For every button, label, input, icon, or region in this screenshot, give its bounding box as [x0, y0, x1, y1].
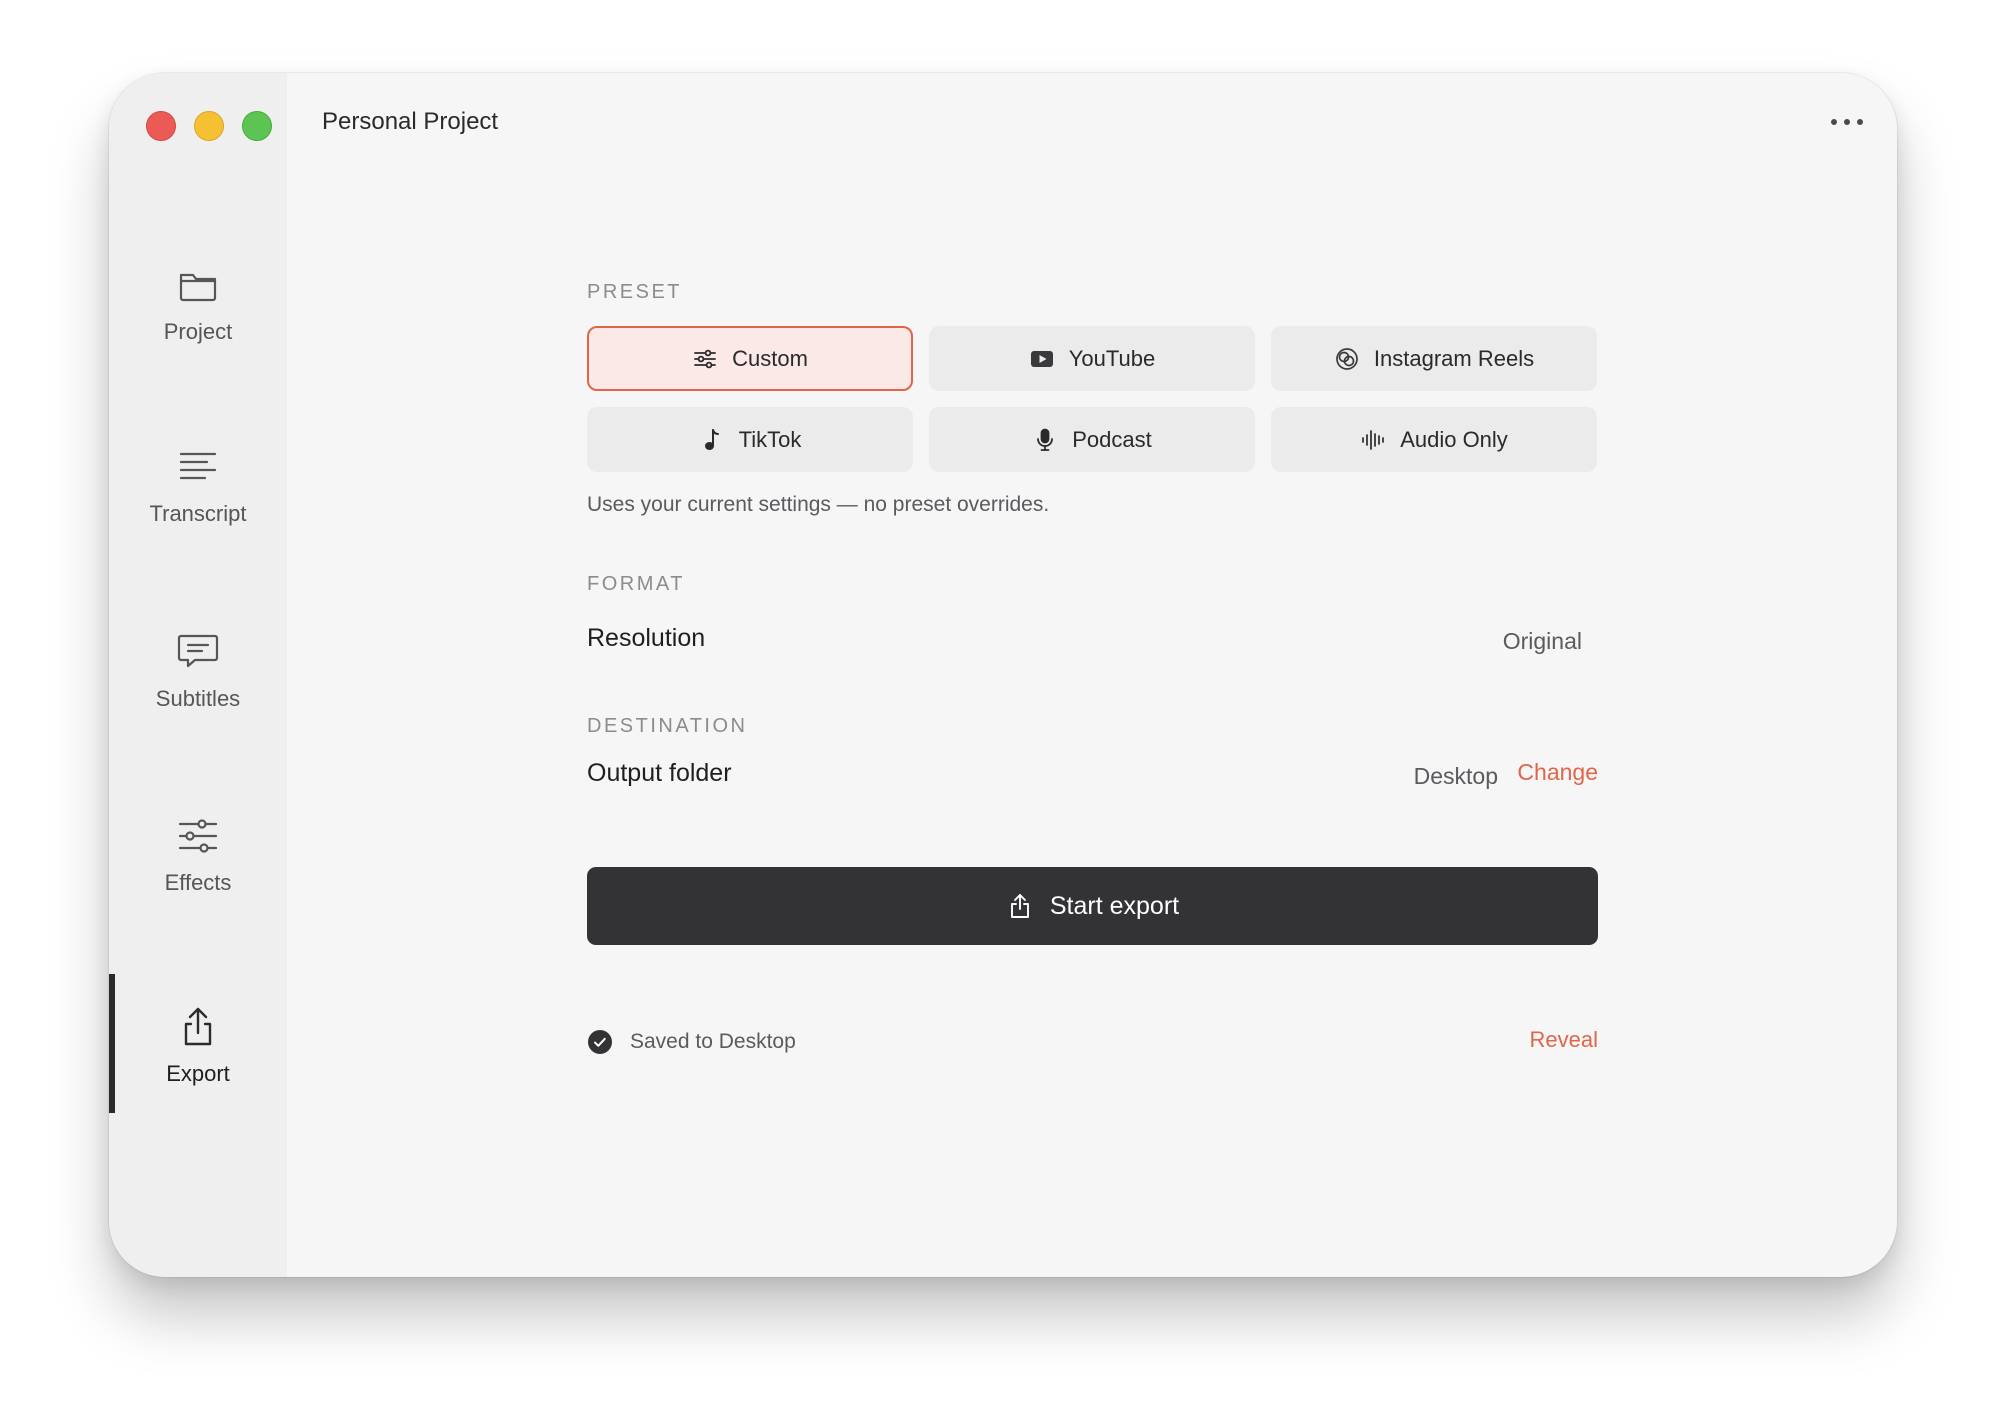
window-controls: [146, 111, 272, 141]
start-export-label: Start export: [1049, 891, 1180, 920]
sliders-icon: [694, 349, 716, 368]
maximize-window-button[interactable]: [242, 111, 272, 141]
sidebar-item-label: Subtitles: [155, 686, 241, 711]
sidebar-item-subtitles[interactable]: Subtitles: [109, 630, 287, 712]
change-folder-link[interactable]: Change: [1517, 759, 1598, 786]
start-export-button[interactable]: Start export: [587, 867, 1598, 945]
format-section-label: FORMAT: [587, 573, 685, 595]
folder-icon: [179, 273, 217, 302]
preset-label: Custom: [732, 345, 808, 371]
more-options-icon[interactable]: [1831, 119, 1863, 125]
sidebar-item-label: Transcript: [149, 501, 247, 526]
preset-section-label: PRESET: [587, 281, 683, 303]
sidebar: Project Transcript Subtitles Effects Exp…: [109, 73, 287, 1277]
preset-label: TikTok: [738, 426, 802, 452]
preset-label: Instagram Reels: [1373, 345, 1535, 371]
output-folder-value: Desktop: [1413, 763, 1498, 789]
sliders-icon: [178, 819, 218, 853]
resolution-value[interactable]: Original: [1503, 628, 1582, 655]
preset-grid: Custom YouTube Instagram Reels TikTok Po…: [587, 326, 1597, 472]
preset-tiktok-button[interactable]: TikTok: [587, 407, 913, 472]
sidebar-item-export[interactable]: Export: [109, 1005, 287, 1087]
preset-label: YouTube: [1068, 345, 1156, 371]
sidebar-item-label: Export: [166, 1061, 230, 1086]
export-status: Saved to Desktop: [587, 1029, 796, 1055]
preset-helper-text: Uses your current settings — no preset o…: [587, 493, 1050, 516]
preset-custom-button[interactable]: Custom: [587, 326, 913, 391]
status-text: Saved to Desktop: [630, 1030, 796, 1053]
destination-section-label: DESTINATION: [587, 715, 748, 737]
youtube-icon: [1030, 350, 1053, 367]
reels-icon: [1336, 347, 1358, 370]
minimize-window-button[interactable]: [194, 111, 224, 141]
music-note-icon: [704, 428, 719, 450]
microphone-icon: [1037, 428, 1054, 451]
preset-audio-only-button[interactable]: Audio Only: [1271, 407, 1597, 472]
preset-youtube-button[interactable]: YouTube: [929, 326, 1255, 391]
preset-instagram-reels-button[interactable]: Instagram Reels: [1271, 326, 1597, 391]
sidebar-item-label: Project: [163, 319, 233, 344]
share-icon: [1010, 894, 1029, 918]
preset-label: Audio Only: [1400, 426, 1508, 452]
sidebar-item-transcript[interactable]: Transcript: [109, 445, 287, 527]
share-icon: [184, 1007, 212, 1046]
reveal-link[interactable]: Reveal: [1530, 1027, 1598, 1053]
window-title: Personal Project: [322, 108, 499, 135]
sidebar-item-label: Effects: [164, 870, 232, 895]
preset-podcast-button[interactable]: Podcast: [929, 407, 1255, 472]
app-window: Project Transcript Subtitles Effects Exp…: [109, 73, 1897, 1277]
chat-bubble-icon: [177, 634, 219, 668]
lines-icon: [179, 452, 217, 480]
close-window-button[interactable]: [146, 111, 176, 141]
preset-label: Podcast: [1072, 426, 1152, 452]
sidebar-item-effects[interactable]: Effects: [109, 814, 287, 896]
output-folder-label: Output folder: [587, 759, 732, 787]
waveform-icon: [1362, 429, 1385, 450]
check-circle-icon: [588, 1030, 612, 1054]
resolution-label: Resolution: [587, 624, 706, 652]
sidebar-item-project[interactable]: Project: [109, 263, 287, 345]
